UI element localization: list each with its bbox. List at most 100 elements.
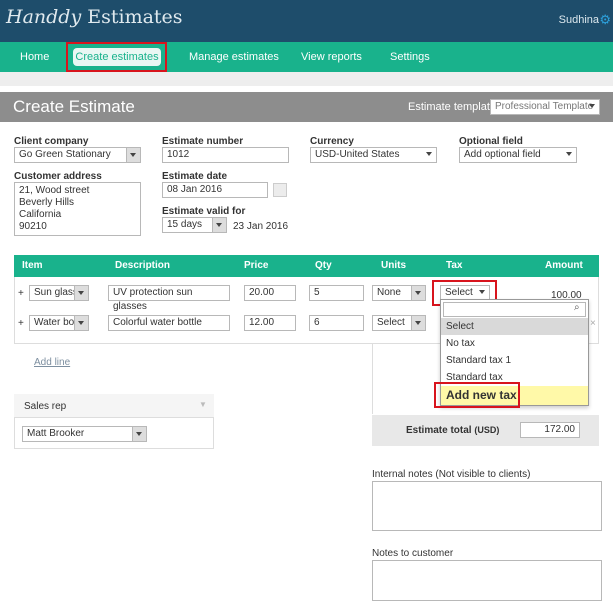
estimate-total-value: 172.00 [520,422,580,438]
valid-until-date: 23 Jan 2016 [233,221,289,232]
gray-strip [0,72,613,86]
col-tax: Tax [446,260,463,271]
chevron-down-icon [426,152,432,156]
close-icon[interactable]: × [590,318,596,329]
tax-search-input[interactable] [443,302,586,317]
optional-field-select[interactable]: Add optional field [459,147,577,163]
highlight-box-add-tax [434,382,520,408]
chevron-down-icon [78,291,84,295]
user-name[interactable]: Sudhina [559,14,599,26]
estimate-date-input[interactable]: 08 Jan 2016 [162,182,268,198]
address-line: California [19,209,62,220]
col-item: Item [22,260,43,271]
highlight-box-nav [66,42,167,72]
optional-field-label: Optional field [459,136,523,147]
logo-brand: Handdy [6,6,82,28]
template-value: Professional Template [495,101,594,112]
nav-home[interactable]: Home [20,42,49,72]
estimate-number-input[interactable]: 1012 [162,147,289,163]
template-select[interactable]: Professional Template [490,99,600,115]
row1-price-input[interactable]: 20.00 [244,285,296,301]
row1-units-select[interactable]: None [372,285,426,301]
client-company-select[interactable]: Go Green Stationary [14,147,141,163]
client-company-value: Go Green Stationary [19,149,111,160]
customer-address-label: Customer address [14,171,102,182]
row2-item: Water bot [34,317,77,328]
chevron-down-icon [130,153,136,157]
estimate-total-label: Estimate total (USD) [406,425,499,436]
nav-settings[interactable]: Settings [390,42,430,72]
address-line: 90210 [19,221,47,232]
col-qty: Qty [315,260,332,271]
internal-notes-field[interactable] [372,481,602,531]
gear-icon[interactable]: ⚙ [599,12,611,28]
row2-units: Select [377,317,405,328]
dropdown-button[interactable] [74,286,88,300]
dropdown-button[interactable] [74,316,88,330]
nav-manage-estimates[interactable]: Manage estimates [189,42,279,72]
chevron-down-icon[interactable]: ▼ [199,400,207,409]
sales-rep-select[interactable]: Matt Brooker [22,426,147,442]
tax-option-select[interactable]: Select [441,318,588,335]
chevron-down-icon [78,321,84,325]
add-line-link[interactable]: Add line [34,357,70,368]
row1-description-input[interactable]: UV protection sun glasses [108,285,230,312]
tax-option-no-tax[interactable]: No tax [441,335,588,352]
address-line: Beverly Hills [19,197,75,208]
client-company-label: Client company [14,136,89,147]
col-amount: Amount [545,260,583,271]
chevron-down-icon [415,321,421,325]
app-logo[interactable]: Handdy Estimates [6,6,183,28]
calendar-icon[interactable] [273,183,287,197]
col-units: Units [381,260,406,271]
valid-for-select[interactable]: 15 days [162,217,227,233]
add-row-icon[interactable]: + [18,288,24,299]
sales-rep-value: Matt Brooker [27,428,85,439]
dropdown-button[interactable] [411,286,425,300]
customer-address-field[interactable]: 21, Wood street Beverly Hills California… [14,182,141,236]
row2-description-input[interactable]: Colorful water bottle [108,315,230,331]
dropdown-button[interactable] [132,427,146,441]
row1-item: Sun glass [34,287,78,298]
chevron-down-icon [136,432,142,436]
row2-item-select[interactable]: Water bot [29,315,89,331]
row1-units: None [377,287,401,298]
template-label: Estimate template [408,101,497,113]
dropdown-button[interactable] [212,218,226,232]
sales-rep-label: Sales rep [24,401,67,412]
valid-for-value: 15 days [167,219,203,230]
estimate-number-label: Estimate number [162,136,244,147]
optional-field-value: Add optional field [464,149,541,160]
dropdown-button[interactable] [411,316,425,330]
col-description: Description [115,260,171,271]
total-currency: (USD) [474,425,500,435]
chevron-down-icon [216,223,222,227]
chevron-down-icon [415,291,421,295]
currency-select[interactable]: USD-United States [310,147,437,163]
nav-view-reports[interactable]: View reports [301,42,362,72]
row1-item-select[interactable]: Sun glass [29,285,89,301]
row2-units-select[interactable]: Select [372,315,426,331]
search-icon: ⌕ [574,302,580,313]
logo-text: Estimates [87,6,183,28]
currency-value: USD-United States [315,149,400,160]
items-table-header [14,255,599,277]
row1-qty-input[interactable]: 5 [309,285,364,301]
chevron-down-icon [589,104,595,108]
currency-label: Currency [310,136,354,147]
tax-option-standard-tax-1[interactable]: Standard tax 1 [441,352,588,369]
valid-for-label: Estimate valid for [162,206,246,217]
estimate-date-label: Estimate date [162,171,228,182]
address-line: 21, Wood street [19,185,90,196]
internal-notes-label: Internal notes (Not visible to clients) [372,469,531,480]
customer-notes-label: Notes to customer [372,548,454,559]
customer-notes-field[interactable] [372,560,602,601]
row2-price-input[interactable]: 12.00 [244,315,296,331]
add-row-icon[interactable]: + [18,318,24,329]
chevron-down-icon [566,152,572,156]
page-title: Create Estimate [13,97,135,116]
row2-qty-input[interactable]: 6 [309,315,364,331]
total-label-text: Estimate total [406,425,472,436]
dropdown-button[interactable] [126,148,140,162]
col-price: Price [244,260,269,271]
